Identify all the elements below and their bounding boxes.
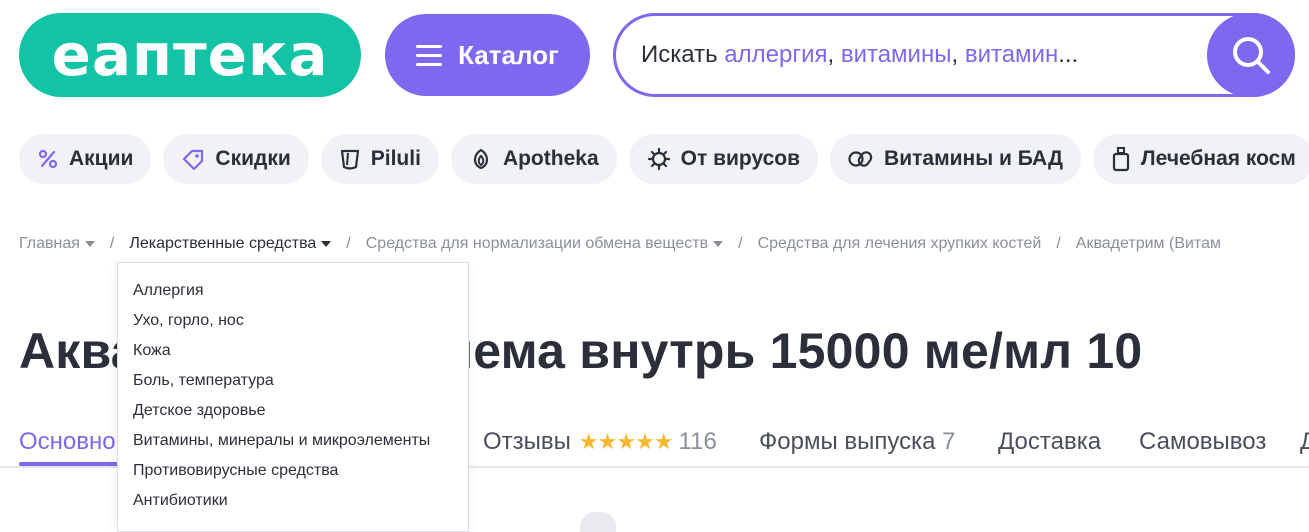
- reviews-count: 116: [678, 428, 717, 455]
- search-hint[interactable]: витамины: [841, 41, 952, 68]
- bottle-icon: [1112, 147, 1130, 172]
- dropdown-item-antibiotics[interactable]: Антибиотики: [118, 491, 468, 521]
- caret-down-icon: [713, 241, 724, 247]
- chip-label: Витамины и БАД: [884, 147, 1063, 170]
- tab-pickup[interactable]: Самовывоз: [1139, 428, 1266, 456]
- search-separator: ,: [951, 41, 965, 68]
- dropdown-item-ent[interactable]: Ухо, горло, нос: [118, 311, 468, 341]
- dropdown-item-antiviral[interactable]: Противовирусные средства: [118, 461, 468, 491]
- caret-down-icon: [84, 241, 95, 247]
- search-hint[interactable]: аллергия: [724, 41, 827, 68]
- breadcrumb-metabolism[interactable]: Средства для нормализации обмена веществ: [365, 235, 724, 253]
- tab-main[interactable]: Основно: [19, 428, 116, 456]
- tab-delivery[interactable]: Доставка: [998, 428, 1101, 456]
- dropdown-item-vitamins[interactable]: Витамины, минералы и микроэлементы: [118, 431, 468, 461]
- tab-label: Отзывы: [483, 428, 571, 455]
- breadcrumb-current: Аквадетрим (Витам: [1076, 235, 1221, 253]
- chip-label: Акции: [69, 147, 134, 170]
- chip-label: Piluli: [370, 147, 421, 170]
- breadcrumb-label: Главная: [19, 235, 80, 252]
- search-button[interactable]: [1207, 13, 1295, 97]
- catalog-button[interactable]: Каталог: [385, 14, 590, 96]
- breadcrumb-separator: /: [1056, 235, 1061, 252]
- search-hint[interactable]: витамин: [965, 41, 1058, 68]
- chip-label: Apotheka: [502, 147, 599, 170]
- menu-icon: [416, 44, 443, 66]
- chip-label: Лечебная косм: [1140, 147, 1296, 170]
- tab-more[interactable]: Д: [1300, 428, 1309, 456]
- tag-icon: [183, 149, 204, 170]
- quick-links: Акции Скидки Piluli Apotheka От вирусов …: [19, 134, 1309, 184]
- chip-discounts[interactable]: Скидки: [163, 134, 309, 184]
- dropdown-item-pain[interactable]: Боль, температура: [118, 371, 468, 401]
- tab-label: Формы выпуска: [759, 428, 936, 455]
- breadcrumb-label: Аквадетрим (Витам: [1075, 235, 1221, 252]
- caret-down-icon: [321, 241, 332, 247]
- rating-stars: ★★★★★: [578, 429, 674, 454]
- search-icon: [1233, 37, 1270, 74]
- search-separator: ,: [827, 41, 841, 68]
- pills-icon: [848, 151, 873, 167]
- breadcrumb-separator: /: [109, 235, 115, 252]
- dropdown-item-skin[interactable]: Кожа: [118, 341, 468, 371]
- search-bar[interactable]: Искать аллергия, витамины, витамин...: [613, 13, 1295, 97]
- chip-piluli[interactable]: Piluli: [320, 134, 439, 184]
- chip-antiviral[interactable]: От вирусов: [628, 134, 819, 184]
- chip-label: От вирусов: [680, 147, 801, 170]
- tab-forms[interactable]: Формы выпуска 7: [759, 428, 956, 456]
- chip-vitamins[interactable]: Витамины и БАД: [830, 134, 1081, 184]
- breadcrumb-separator: /: [346, 235, 351, 252]
- dropdown-item-kids[interactable]: Детское здоровье: [118, 401, 468, 431]
- chip-medical-cosmetics[interactable]: Лечебная косм: [1092, 134, 1309, 184]
- breadcrumb-label: Средства для нормализации обмена веществ: [365, 235, 709, 252]
- breadcrumb-label: Лекарственные средства: [129, 235, 317, 252]
- breadcrumb: Главная / Лекарственные средства / Средс…: [19, 235, 1221, 253]
- breadcrumb-home[interactable]: Главная: [19, 235, 95, 253]
- tab-reviews[interactable]: Отзывы ★★★★★ 116: [483, 428, 717, 456]
- chip-promotions[interactable]: Акции: [19, 134, 152, 184]
- eapteka-logo[interactable]: еаптека: [19, 13, 361, 97]
- chip-label: Скидки: [215, 147, 291, 170]
- chip-apotheka[interactable]: Apotheka: [450, 134, 617, 184]
- forms-count: 7: [942, 428, 956, 455]
- breadcrumb-separator: /: [738, 235, 743, 252]
- breadcrumb-label: Средства для лечения хрупких костей: [757, 235, 1042, 252]
- dropdown-item-allergy[interactable]: Аллергия: [118, 281, 468, 311]
- leaf-icon: [473, 148, 489, 170]
- active-tab-indicator: [19, 462, 119, 466]
- search-ellipsis: ...: [1058, 41, 1079, 68]
- search-input[interactable]: Искать аллергия, витамины, витамин...: [641, 16, 1078, 94]
- virus-icon: [647, 147, 670, 171]
- cup-icon: [340, 149, 359, 170]
- breadcrumb-bones[interactable]: Средства для лечения хрупких костей: [758, 235, 1042, 253]
- favorite-icon[interactable]: [580, 512, 616, 532]
- search-prefix: Искать: [641, 41, 725, 68]
- percent-icon: [38, 149, 58, 169]
- medicines-dropdown: Аллергия Ухо, горло, нос Кожа Боль, темп…: [117, 262, 469, 532]
- breadcrumb-medicines[interactable]: Лекарственные средства: [129, 235, 332, 253]
- catalog-label: Каталог: [458, 39, 559, 70]
